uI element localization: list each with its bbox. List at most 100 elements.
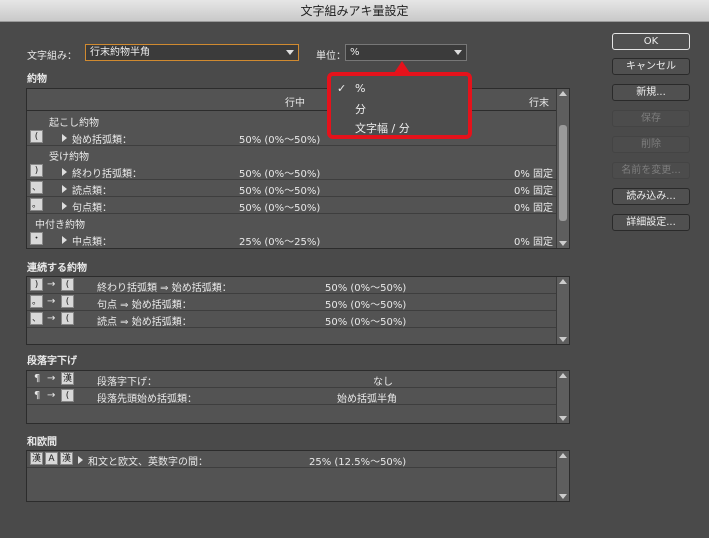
close-bracket-icon: ): [30, 278, 43, 291]
mojikumi-label: 文字組み：: [27, 51, 77, 62]
yakumono-section-title: 約物: [27, 74, 47, 85]
disclosure-triangle-icon[interactable]: [62, 202, 67, 210]
group-label: 中付き約物: [35, 220, 85, 231]
unit-option-percent[interactable]: %: [355, 82, 365, 95]
row-name: 句点類：: [72, 203, 112, 214]
disclosure-triangle-icon[interactable]: [62, 168, 67, 176]
indent-table: ¶ → 漢 段落字下げ： なし ¶ → ( 段落先頭始め括弧類： 始め括弧半角: [26, 370, 570, 424]
arrow-icon: →: [47, 313, 56, 324]
unit-option-moji-bu[interactable]: 文字幅 / 分: [355, 120, 410, 136]
cancel-button[interactable]: キャンセル: [612, 58, 690, 75]
vertical-scrollbar[interactable]: [556, 277, 569, 344]
open-bracket-icon: (: [61, 295, 74, 308]
continuous-table: ) → ( 終わり括弧類 ⇒ 始め括弧類： 50% (0%〜50%) 。 → (…: [26, 276, 570, 345]
vertical-scrollbar[interactable]: [556, 89, 569, 248]
period-icon: 。: [30, 198, 43, 211]
window-title: 文字組みアキ量設定: [0, 0, 709, 22]
row-mid-value: 50% (0%〜50%): [239, 135, 321, 146]
row-name: 段落字下げ：: [97, 377, 157, 388]
scroll-down-icon[interactable]: [559, 494, 567, 499]
scroll-up-icon[interactable]: [559, 279, 567, 284]
comma-icon: 、: [30, 312, 43, 325]
open-bracket-icon: (: [30, 130, 43, 143]
open-bracket-icon: (: [61, 312, 74, 325]
table-row[interactable]: ) 終わり括弧類： 50% (0%〜50%) 0% 固定: [27, 163, 556, 180]
table-row[interactable]: ( 始め括弧類： 50% (0%〜50%): [27, 129, 556, 146]
column-header-end: 行末: [529, 98, 549, 109]
middle-dot-icon: ・: [30, 232, 43, 245]
arrow-icon: →: [47, 296, 56, 307]
table-row[interactable]: 、 読点類： 50% (0%〜50%) 0% 固定: [27, 180, 556, 197]
scroll-up-icon[interactable]: [559, 91, 567, 96]
row-value: なし: [373, 377, 393, 388]
row-mid-value: 50% (0%〜50%): [239, 186, 321, 197]
disclosure-triangle-icon[interactable]: [62, 185, 67, 193]
rename-button[interactable]: 名前を変更...: [612, 162, 690, 179]
table-header: 行中 行末: [27, 89, 556, 111]
ok-button[interactable]: OK: [612, 33, 690, 50]
row-value: 50% (0%〜50%): [325, 300, 407, 311]
row-mid-value: 50% (0%〜50%): [239, 203, 321, 214]
row-name: 句点 ⇒ 始め括弧類：: [97, 300, 192, 311]
arrow-icon: →: [47, 373, 56, 384]
save-button[interactable]: 保存: [612, 110, 690, 127]
row-value: 50% (0%〜50%): [325, 317, 407, 328]
row-mid-value: 50% (0%〜50%): [239, 169, 321, 180]
row-end-value: 0% 固定: [514, 203, 554, 214]
table-row[interactable]: ・ 中点類： 25% (0%〜25%) 0% 固定: [27, 231, 556, 248]
table-row[interactable]: ¶ → 漢 段落字下げ： なし: [27, 371, 556, 388]
row-value: 25% (12.5%〜50%): [309, 457, 407, 468]
wa-ou-section-title: 和欧間: [27, 437, 57, 448]
new-button[interactable]: 新規...: [612, 84, 690, 101]
table-row[interactable]: 漢 A 漢 和文と欧文、英数字の間： 25% (12.5%〜50%): [27, 451, 556, 468]
close-bracket-icon: ): [30, 164, 43, 177]
pilcrow-icon: ¶: [34, 390, 41, 401]
unit-option-bu[interactable]: 分: [355, 101, 366, 117]
kanji-icon: 漢: [61, 372, 74, 385]
scroll-up-icon[interactable]: [559, 373, 567, 378]
row-mid-value: 25% (0%〜25%): [239, 237, 321, 248]
scroll-down-icon[interactable]: [559, 416, 567, 421]
scroll-down-icon[interactable]: [559, 337, 567, 342]
disclosure-triangle-icon[interactable]: [62, 236, 67, 244]
open-bracket-icon: (: [61, 389, 74, 402]
kanji-icon: 漢: [30, 452, 43, 465]
row-name: 読点類：: [72, 186, 112, 197]
row-value: 50% (0%〜50%): [325, 283, 407, 294]
table-row[interactable]: 。 → ( 句点 ⇒ 始め括弧類： 50% (0%〜50%): [27, 294, 556, 311]
detail-settings-button[interactable]: 詳細設定...: [612, 214, 690, 231]
row-name: 始め括弧類：: [72, 135, 132, 146]
row-end-value: 0% 固定: [514, 169, 554, 180]
row-name: 中点類：: [72, 237, 112, 248]
continuous-section-title: 連続する約物: [27, 263, 87, 274]
table-row[interactable]: 。 句点類： 50% (0%〜50%) 0% 固定: [27, 197, 556, 214]
open-bracket-icon: (: [61, 278, 74, 291]
comma-icon: 、: [30, 181, 43, 194]
pilcrow-icon: ¶: [34, 373, 41, 384]
table-row[interactable]: 、 → ( 読点 ⇒ 始め括弧類： 50% (0%〜50%): [27, 311, 556, 328]
kanji-icon: 漢: [60, 452, 73, 465]
table-row[interactable]: ) → ( 終わり括弧類 ⇒ 始め括弧類： 50% (0%〜50%): [27, 277, 556, 294]
group-label: 起こし約物: [49, 118, 99, 129]
latin-a-icon: A: [45, 452, 58, 465]
checkmark-icon: ✓: [337, 82, 347, 95]
wa-ou-table: 漢 A 漢 和文と欧文、英数字の間： 25% (12.5%〜50%): [26, 450, 570, 502]
row-name: 段落先頭始め括弧類：: [97, 394, 197, 405]
unit-dropdown[interactable]: %: [345, 44, 467, 61]
disclosure-triangle-icon[interactable]: [78, 456, 83, 464]
unit-dropdown-menu: ✓ % 分 文字幅 / 分: [327, 72, 472, 139]
scroll-thumb[interactable]: [559, 125, 567, 221]
table-row[interactable]: ¶ → ( 段落先頭始め括弧類： 始め括弧半角: [27, 388, 556, 405]
unit-value: %: [350, 47, 360, 58]
delete-button[interactable]: 削除: [612, 136, 690, 153]
chevron-down-icon: [454, 50, 462, 55]
mojikumi-dropdown[interactable]: 行末約物半角: [85, 44, 299, 61]
yakumono-table: 行中 行末 起こし約物 ( 始め括弧類： 50% (0%〜50%) 受け約物 )…: [26, 88, 570, 249]
scroll-up-icon[interactable]: [559, 453, 567, 458]
column-header-center: 行中: [285, 98, 305, 109]
vertical-scrollbar[interactable]: [556, 451, 569, 501]
disclosure-triangle-icon[interactable]: [62, 134, 67, 142]
scroll-down-icon[interactable]: [559, 241, 567, 246]
load-button[interactable]: 読み込み...: [612, 188, 690, 205]
vertical-scrollbar[interactable]: [556, 371, 569, 423]
